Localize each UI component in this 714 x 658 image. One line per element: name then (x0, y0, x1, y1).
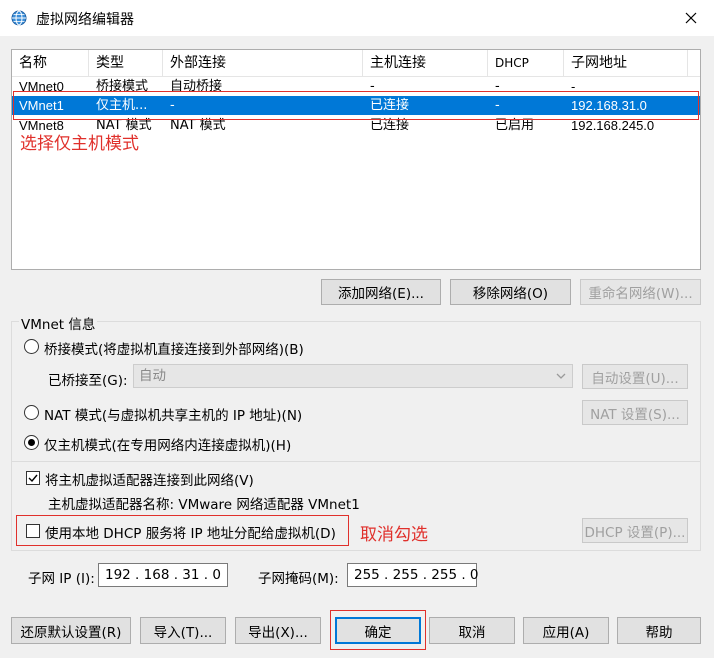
chevron-down-icon (556, 373, 566, 379)
cancel-button[interactable]: 取消 (429, 617, 515, 644)
rename-network-button[interactable]: 重命名网络(W)... (580, 279, 701, 305)
dhcp-checkbox[interactable] (26, 524, 40, 538)
subnet-mask-label: 子网掩码(M): (258, 571, 339, 587)
subnet-ip-input[interactable]: 192 . 168 . 31 . 0 (98, 563, 228, 587)
import-button[interactable]: 导入(T)... (140, 617, 226, 644)
nat-settings-button[interactable]: NAT 设置(S)... (582, 400, 688, 425)
checkmark-icon (28, 474, 38, 483)
dhcp-settings-button[interactable]: DHCP 设置(P)... (582, 518, 688, 543)
column-header-external[interactable]: 外部连接 (163, 50, 363, 77)
auto-settings-button[interactable]: 自动设置(U)... (582, 364, 688, 389)
bridged-radio[interactable] (24, 339, 39, 354)
connect-adapter-label: 将主机虚拟适配器连接到此网络(V) (45, 473, 254, 489)
connect-adapter-checkbox[interactable] (26, 471, 40, 485)
apply-button[interactable]: 应用(A) (523, 617, 609, 644)
bridged-to-value: 自动 (139, 368, 166, 384)
add-network-button[interactable]: 添加网络(E)... (321, 279, 441, 305)
bridged-to-label: 已桥接至(G): (48, 373, 128, 389)
subnet-ip-label: 子网 IP (I): (28, 571, 95, 587)
column-header-name[interactable]: 名称 (12, 50, 89, 77)
host-only-label: 仅主机模式(在专用网络内连接虚拟机)(H) (44, 438, 292, 454)
column-header-type[interactable]: 类型 (89, 50, 163, 77)
ok-button[interactable]: 确定 (335, 617, 421, 644)
list-header: 名称 类型 外部连接 主机连接 DHCP 子网地址 (12, 50, 700, 77)
annotation-highlight-row (13, 91, 699, 120)
help-button[interactable]: 帮助 (617, 617, 701, 644)
subnet-mask-input[interactable]: 255 . 255 . 255 . 0 (347, 563, 479, 587)
nat-radio[interactable] (24, 405, 39, 420)
export-button[interactable]: 导出(X)... (235, 617, 321, 644)
host-only-radio[interactable] (24, 435, 39, 450)
divider (11, 461, 701, 462)
column-header-host[interactable]: 主机连接 (363, 50, 488, 77)
restore-defaults-button[interactable]: 还原默认设置(R) (11, 617, 131, 644)
vmnet-info-label: VMnet 信息 (19, 313, 98, 333)
bridged-to-select[interactable]: 自动 (133, 364, 573, 388)
network-list[interactable]: 名称 类型 外部连接 主机连接 DHCP 子网地址 VMnet0 桥接模式 自动… (11, 49, 701, 270)
remove-network-button[interactable]: 移除网络(O) (450, 279, 571, 305)
bridged-label: 桥接模式(将虚拟机直接连接到外部网络)(B) (44, 342, 304, 358)
nat-label: NAT 模式(与虚拟机共享主机的 IP 地址)(N) (44, 408, 303, 424)
annotation-uncheck: 取消勾选 (360, 525, 428, 545)
annotation-select-host-only: 选择仅主机模式 (20, 134, 139, 154)
column-header-subnet[interactable]: 子网地址 (564, 50, 688, 77)
close-button[interactable] (668, 0, 714, 36)
close-icon (685, 12, 697, 24)
window-title: 虚拟网络编辑器 (36, 12, 134, 28)
dhcp-label: 使用本地 DHCP 服务将 IP 地址分配给虚拟机(D) (45, 526, 336, 542)
network-globe-icon (11, 10, 27, 26)
column-header-dhcp[interactable]: DHCP (488, 50, 564, 77)
title-bar: 虚拟网络编辑器 (0, 0, 714, 36)
adapter-name-text: 主机虚拟适配器名称: VMware 网络适配器 VMnet1 (48, 497, 360, 513)
